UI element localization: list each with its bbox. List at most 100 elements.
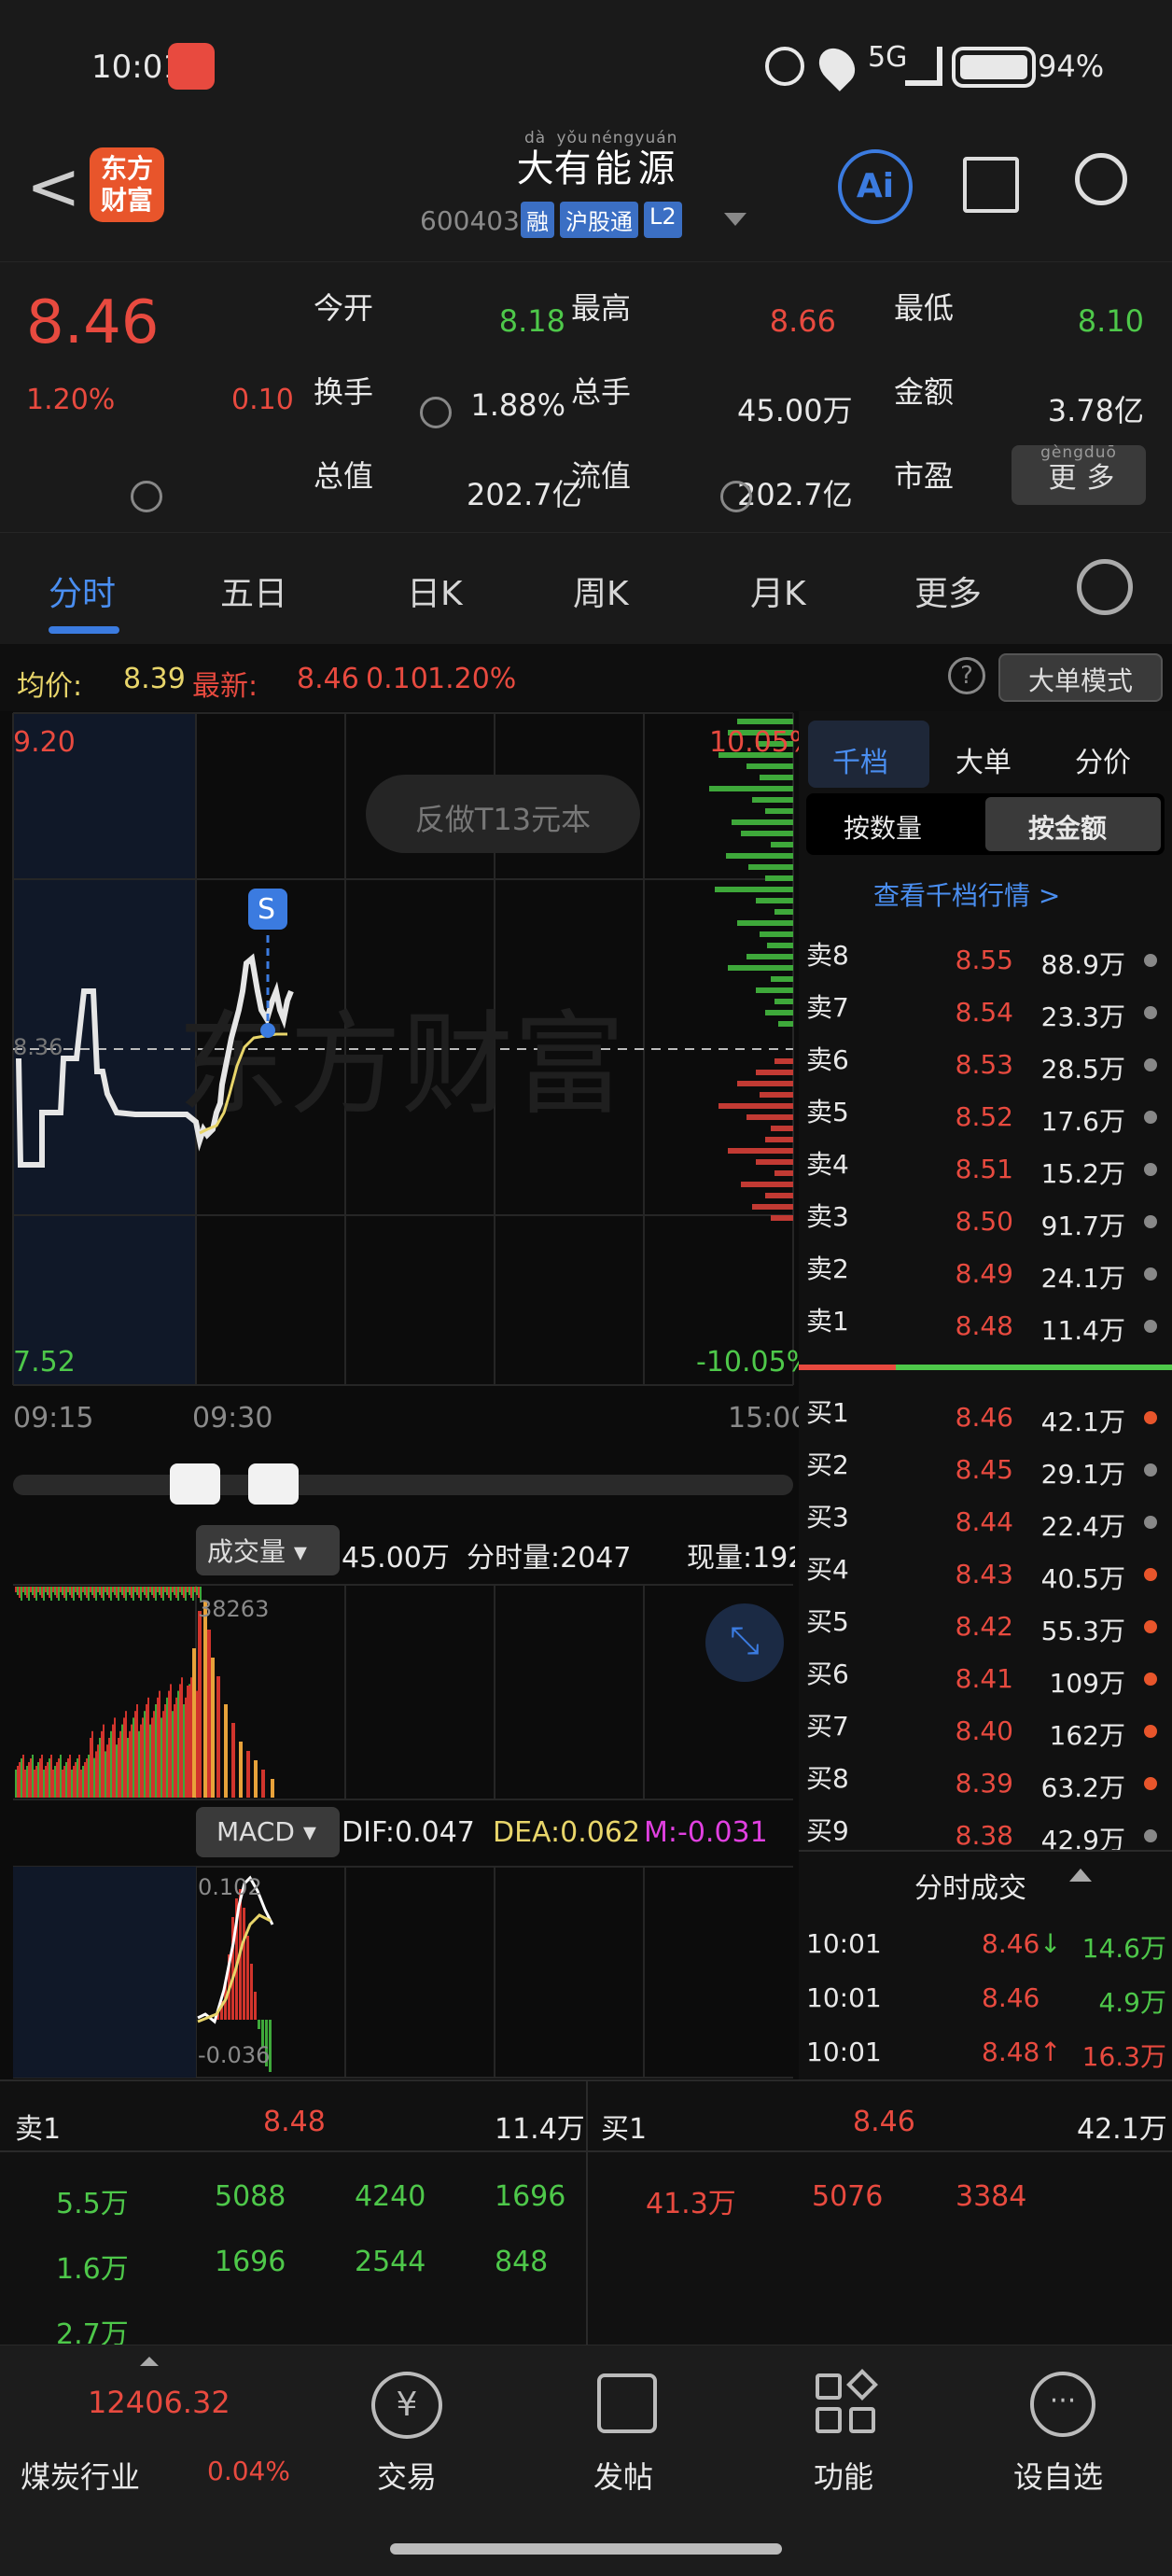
tab-qiandang[interactable]: 千档 bbox=[832, 739, 888, 780]
tab-5[interactable]: 更多 bbox=[914, 567, 982, 615]
stock-badges: 融 沪股通 L2 bbox=[521, 202, 682, 238]
nav-trade[interactable]: 交易 bbox=[377, 2454, 437, 2497]
tab-1[interactable]: 五日 bbox=[220, 567, 287, 615]
dropdown-icon[interactable] bbox=[724, 213, 746, 226]
promo-pill[interactable]: 反做T13元本 bbox=[366, 775, 640, 853]
volume-bar bbox=[175, 1697, 177, 1798]
volume-bar bbox=[119, 1730, 121, 1798]
tab-big-order[interactable]: 大单 bbox=[956, 739, 1012, 780]
book-row[interactable]: 卖2 8.49 24.1万 bbox=[799, 1245, 1172, 1297]
volume-bar-top bbox=[183, 1587, 185, 1598]
view-qiandang-link[interactable]: 查看千档行情 > bbox=[873, 875, 1060, 913]
book-row[interactable]: 卖5 8.52 17.6万 bbox=[799, 1088, 1172, 1141]
tick-price: 8.46 bbox=[982, 1928, 1040, 1959]
book-row[interactable]: 卖8 8.55 88.9万 bbox=[799, 931, 1172, 984]
book-row-volume: 24.1万 bbox=[1040, 1263, 1125, 1294]
book-row-dot bbox=[1144, 1006, 1157, 1019]
book-row[interactable]: 卖3 8.50 91.7万 bbox=[799, 1193, 1172, 1245]
book-row[interactable]: 买8 8.39 63.2万 bbox=[799, 1755, 1172, 1807]
ticks-title[interactable]: 分时成交 bbox=[914, 1865, 1026, 1906]
book-row[interactable]: 卖7 8.54 23.3万 bbox=[799, 984, 1172, 1036]
toggle-by-count[interactable]: 按数量 bbox=[844, 808, 922, 846]
volume-bar-top bbox=[17, 1587, 19, 1595]
volume-bar bbox=[84, 1762, 86, 1798]
nav-features[interactable]: 功能 bbox=[814, 2454, 873, 2497]
book-row[interactable]: 买1 8.46 42.1万 bbox=[799, 1389, 1172, 1441]
volume-bar bbox=[105, 1751, 106, 1798]
volume-bar-top bbox=[140, 1587, 142, 1601]
book-row-price: 8.41 bbox=[955, 1663, 1013, 1694]
more-quote-button[interactable]: 更gèng多duō bbox=[1012, 443, 1146, 505]
tick-price: 8.46 bbox=[982, 1982, 1040, 2013]
volume-selector[interactable]: 成交量 ▾ bbox=[196, 1525, 340, 1575]
book-row[interactable]: 买4 8.43 40.5万 bbox=[799, 1546, 1172, 1598]
bottom-nav: 12406.32 煤炭行业 0.04% ¥ 交易 发帖 功能 ··· 设自选 bbox=[0, 2345, 1172, 2576]
big-order-mode-button[interactable]: 大单模式 bbox=[998, 653, 1163, 702]
info-dots-icon[interactable] bbox=[131, 481, 162, 512]
index-name[interactable]: 煤炭行业 bbox=[21, 2454, 140, 2497]
volume-bar bbox=[127, 1738, 129, 1798]
book-row[interactable]: 买6 8.41 109万 bbox=[799, 1650, 1172, 1702]
depth-bar-buy bbox=[771, 1126, 793, 1131]
volume-bar-top bbox=[131, 1587, 133, 1598]
book-row[interactable]: 买5 8.42 55.3万 bbox=[799, 1598, 1172, 1650]
deep-buy-cell: 3384 bbox=[956, 2180, 1027, 2213]
volume-bar-top bbox=[147, 1587, 149, 1601]
help-icon[interactable]: ? bbox=[948, 657, 985, 694]
volume-bar-top bbox=[190, 1587, 192, 1598]
volume-bar-top bbox=[78, 1587, 80, 1598]
nav-watchlist[interactable]: 设自选 bbox=[1013, 2454, 1103, 2497]
home-indicator[interactable] bbox=[390, 2543, 782, 2555]
features-icon[interactable] bbox=[849, 2407, 875, 2433]
book-row-label: 卖1 bbox=[806, 1306, 849, 1337]
expand-icon[interactable]: ⤡ bbox=[705, 1603, 784, 1682]
change-amount: 0.10 bbox=[231, 384, 294, 416]
tick-time: 10:01 bbox=[806, 2037, 882, 2067]
tab-0[interactable]: 分时 bbox=[49, 567, 116, 615]
back-icon[interactable]: < bbox=[26, 154, 81, 219]
index-value[interactable]: 12406.32 bbox=[88, 2385, 230, 2420]
book-row[interactable]: 卖6 8.53 28.5万 bbox=[799, 1036, 1172, 1088]
settings-gear-icon[interactable] bbox=[1077, 559, 1133, 615]
volume-bar-top bbox=[35, 1587, 37, 1601]
ai-button[interactable]: Ai bbox=[838, 149, 913, 224]
info-dots-icon[interactable] bbox=[720, 481, 752, 512]
macd-bottom-label: -0.036 bbox=[198, 2042, 271, 2068]
tab-2[interactable]: 日K bbox=[407, 567, 463, 615]
more-dots-icon[interactable]: ··· bbox=[1030, 2372, 1095, 2437]
volume-bar-top bbox=[99, 1587, 101, 1595]
info-dots-icon[interactable] bbox=[420, 397, 452, 428]
nav-post[interactable]: 发帖 bbox=[593, 2454, 653, 2497]
volume-bar-top bbox=[123, 1587, 125, 1598]
book-row[interactable]: 买7 8.40 162万 bbox=[799, 1702, 1172, 1755]
toggle-by-amount[interactable]: 按金额 bbox=[1028, 808, 1107, 846]
ref-price: 8.36 bbox=[13, 1034, 63, 1060]
tab-price-dist[interactable]: 分价 bbox=[1075, 739, 1131, 780]
book-row-price: 8.48 bbox=[955, 1310, 1013, 1341]
volume-bar-peak bbox=[271, 1779, 274, 1798]
macd-selector[interactable]: MACD ▾ bbox=[196, 1807, 340, 1857]
volume-bar-top bbox=[45, 1587, 47, 1592]
volume-bar-peak bbox=[254, 1760, 258, 1798]
volume-bar-peak bbox=[261, 1770, 265, 1798]
tab-3[interactable]: 周K bbox=[573, 567, 629, 615]
chevron-up-icon[interactable] bbox=[1069, 1869, 1092, 1882]
trade-icon[interactable]: ¥ bbox=[371, 2372, 442, 2439]
volume-bar-top bbox=[34, 1587, 35, 1598]
tab-4[interactable]: 月K bbox=[750, 567, 806, 615]
post-icon[interactable] bbox=[597, 2373, 657, 2433]
app-logo[interactable]: 东方财富 bbox=[90, 147, 164, 222]
book-row[interactable]: 买3 8.44 22.4万 bbox=[799, 1493, 1172, 1546]
book-row[interactable]: 买2 8.45 29.1万 bbox=[799, 1441, 1172, 1493]
book-row[interactable]: 卖4 8.51 15.2万 bbox=[799, 1141, 1172, 1193]
book-row-price: 8.39 bbox=[955, 1768, 1013, 1799]
volume-bar-top bbox=[153, 1587, 155, 1598]
index-expand-icon[interactable] bbox=[140, 2357, 159, 2366]
book-row[interactable]: 卖1 8.48 11.4万 bbox=[799, 1297, 1172, 1350]
amount-toggle: 按数量 按金额 bbox=[806, 793, 1165, 855]
share-icon[interactable] bbox=[963, 157, 1019, 213]
search-icon[interactable] bbox=[1075, 153, 1127, 205]
volume-bar-top bbox=[114, 1587, 116, 1595]
volume-bar bbox=[95, 1751, 97, 1798]
book-row-volume: 42.1万 bbox=[1040, 1407, 1125, 1437]
